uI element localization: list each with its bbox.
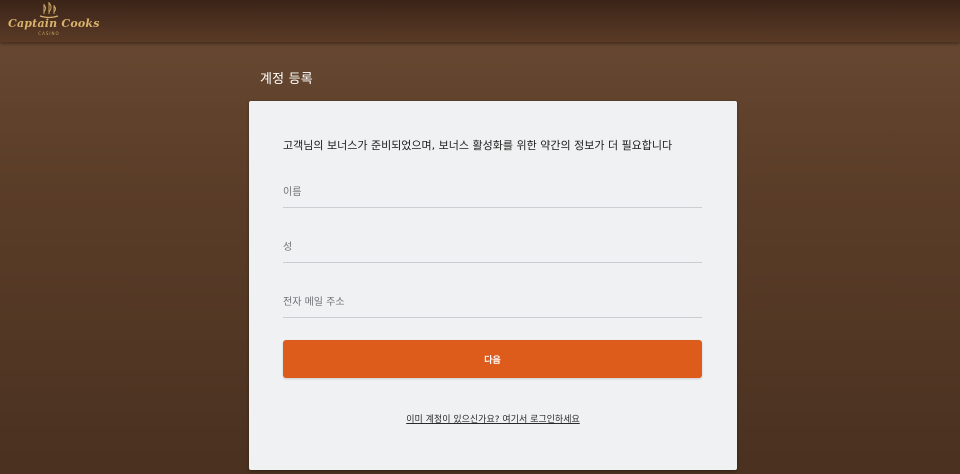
registration-card: 고객님의 보너스가 준비되었으며, 보너스 활성화를 위한 약간의 정보가 더 … (249, 101, 737, 470)
ship-sail-icon (39, 2, 59, 18)
last-name-input[interactable] (283, 232, 702, 262)
brand-logo[interactable]: Captain Cooks CASINO (8, 2, 100, 38)
email-field (283, 287, 702, 318)
next-button[interactable]: 다음 (283, 340, 702, 378)
last-name-field (283, 232, 702, 263)
first-name-input[interactable] (283, 177, 702, 207)
page-title: 계정 등록 (260, 72, 313, 87)
logo-sub-text: CASINO (38, 31, 60, 36)
top-bar: Captain Cooks CASINO (0, 0, 960, 42)
first-name-field (283, 177, 702, 208)
logo-brand-text: Captain Cooks (8, 17, 100, 30)
email-input[interactable] (283, 287, 702, 317)
intro-text: 고객님의 보너스가 준비되었으며, 보너스 활성화를 위한 약간의 정보가 더 … (283, 139, 673, 152)
login-link[interactable]: 이미 계정이 있으신가요? 여기서 로그인하세요 (249, 412, 737, 425)
